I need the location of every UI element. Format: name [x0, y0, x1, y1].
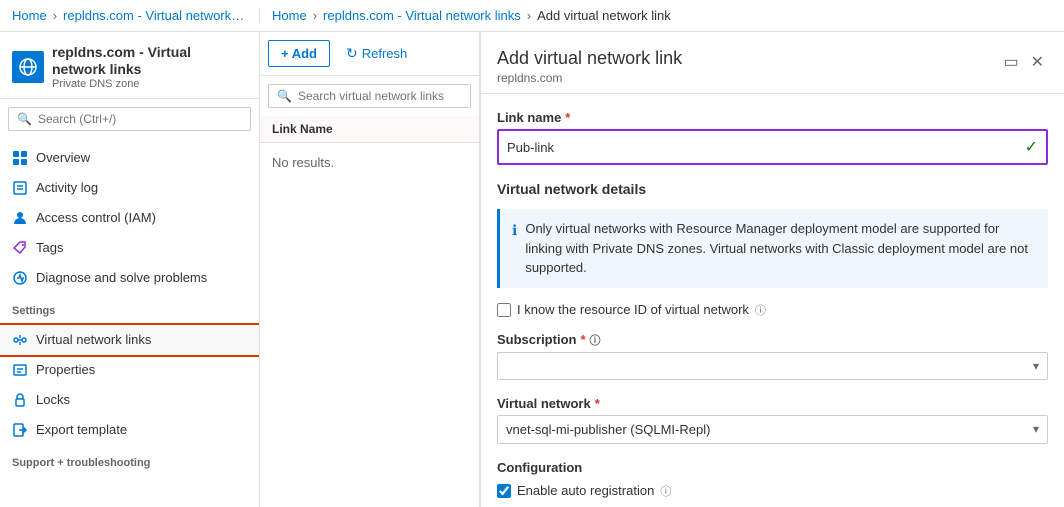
sidebar-item-tags-label: Tags: [36, 240, 63, 255]
search-links-box[interactable]: 🔍: [268, 84, 471, 108]
sidebar-item-export-template-label: Export template: [36, 422, 127, 437]
resource-id-checkbox-row[interactable]: I know the resource ID of virtual networ…: [497, 302, 1048, 318]
resource-icon: [12, 51, 44, 83]
nav-section-main: Overview Activity log Access control (IA…: [0, 139, 259, 297]
sidebar-item-overview[interactable]: Overview: [0, 143, 259, 173]
sidebar-item-diagnose-label: Diagnose and solve problems: [36, 270, 207, 285]
breadcrumb-sep-left: ›: [53, 8, 57, 23]
resource-id-checkbox[interactable]: [497, 303, 511, 317]
link-name-label: Link name *: [497, 110, 1048, 125]
breadcrumb-home-right[interactable]: Home: [272, 8, 307, 23]
sidebar-item-activity-log[interactable]: Activity log: [0, 173, 259, 203]
no-results-text: No results.: [260, 143, 479, 182]
sidebar: repldns.com - Virtual network links Priv…: [0, 32, 260, 507]
subscription-label: Subscription * ⓘ: [497, 332, 1048, 348]
export-template-icon: [12, 422, 28, 438]
search-links-input[interactable]: [298, 89, 462, 103]
auto-registration-row[interactable]: Enable auto registration ⓘ: [497, 483, 1048, 499]
sidebar-item-access-control-label: Access control (IAM): [36, 210, 156, 225]
table-column-link-name: Link Name: [260, 116, 479, 143]
panel-subtitle: repldns.com: [497, 71, 682, 85]
nav-section-settings: Virtual network links Properties Locks E…: [0, 321, 259, 449]
panel-minimize-button[interactable]: ▭: [999, 48, 1022, 76]
link-name-group: Link name * ✓: [497, 110, 1048, 165]
breadcrumb-current-right: Add virtual network link: [537, 8, 671, 23]
breadcrumb-sep2-right: ›: [527, 8, 531, 23]
resource-id-checkbox-label: I know the resource ID of virtual networ…: [517, 302, 749, 317]
search-links-icon: 🔍: [277, 89, 292, 103]
config-title: Configuration: [497, 460, 1048, 475]
auto-registration-info-icon[interactable]: ⓘ: [660, 483, 671, 499]
vnet-details-title: Virtual network details: [497, 181, 1048, 197]
settings-section-label: Settings: [0, 297, 259, 321]
virtual-network-links-icon: [12, 332, 28, 348]
properties-icon: [12, 362, 28, 378]
panel-close-button[interactable]: ✕: [1027, 48, 1048, 76]
sidebar-item-diagnose[interactable]: Diagnose and solve problems: [0, 263, 259, 293]
resource-title: repldns.com - Virtual network links: [52, 44, 247, 78]
virtual-network-label: Virtual network *: [497, 396, 1048, 411]
add-vnet-panel: Add virtual network link repldns.com ▭ ✕…: [480, 32, 1064, 507]
sidebar-search-input[interactable]: [38, 112, 242, 126]
vnet-details-section: Virtual network details ℹ Only virtual n…: [497, 181, 1048, 499]
subscription-group: Subscription * ⓘ ▾: [497, 332, 1048, 380]
breadcrumb-home-left[interactable]: Home: [12, 8, 47, 23]
resource-id-info-icon[interactable]: ⓘ: [755, 302, 766, 318]
sidebar-item-tags[interactable]: Tags: [0, 233, 259, 263]
sidebar-item-virtual-network-links-label: Virtual network links: [36, 332, 151, 347]
sidebar-search-box[interactable]: 🔍: [8, 107, 251, 131]
virtual-network-dropdown-arrow: ▾: [1033, 422, 1039, 436]
refresh-label: Refresh: [362, 46, 408, 61]
virtual-network-value: vnet-sql-mi-publisher (SQLMI-Repl): [506, 422, 710, 437]
resource-header: repldns.com - Virtual network links Priv…: [0, 32, 259, 99]
right-panel-header: Add virtual network link repldns.com ▭ ✕: [481, 32, 1064, 94]
sidebar-item-locks-label: Locks: [36, 392, 70, 407]
sidebar-item-overview-label: Overview: [36, 150, 90, 165]
sidebar-item-locks[interactable]: Locks: [0, 385, 259, 415]
refresh-icon: ↻: [346, 45, 358, 62]
auto-registration-checkbox[interactable]: [497, 484, 511, 498]
locks-icon: [12, 392, 28, 408]
sidebar-item-virtual-network-links[interactable]: Virtual network links: [0, 325, 259, 355]
auto-registration-label: Enable auto registration: [517, 483, 654, 498]
link-name-input-wrapper[interactable]: ✓: [497, 129, 1048, 165]
sidebar-item-access-control[interactable]: Access control (IAM): [0, 203, 259, 233]
subscription-dropdown-arrow: ▾: [1033, 359, 1039, 373]
refresh-button[interactable]: ↻ Refresh: [338, 40, 415, 67]
tags-icon: [12, 240, 28, 256]
diagnose-icon: [12, 270, 28, 286]
form-content: Link name * ✓ Virtual network details ℹ …: [481, 94, 1064, 507]
sidebar-item-activity-log-label: Activity log: [36, 180, 98, 195]
link-name-required: *: [565, 110, 570, 125]
sidebar-item-properties[interactable]: Properties: [0, 355, 259, 385]
add-button[interactable]: + Add: [268, 40, 330, 67]
panel-actions: ▭ ✕: [999, 48, 1048, 76]
virtual-network-dropdown[interactable]: vnet-sql-mi-publisher (SQLMI-Repl) ▾: [497, 415, 1048, 444]
info-message: Only virtual networks with Resource Mana…: [525, 219, 1036, 278]
link-name-check-icon: ✓: [1025, 137, 1038, 157]
virtual-network-required: *: [595, 396, 600, 411]
resource-subtitle: Private DNS zone: [52, 78, 247, 90]
sidebar-item-export-template[interactable]: Export template: [0, 415, 259, 445]
panel-title: Add virtual network link: [497, 48, 682, 69]
subscription-required: *: [580, 332, 585, 347]
info-box: ℹ Only virtual networks with Resource Ma…: [497, 209, 1048, 288]
sidebar-item-properties-label: Properties: [36, 362, 95, 377]
support-section-label: Support + troubleshooting: [0, 449, 259, 473]
breadcrumb-sep1-right: ›: [313, 8, 317, 23]
subscription-info-icon[interactable]: ⓘ: [590, 332, 601, 348]
subscription-dropdown[interactable]: ▾: [497, 352, 1048, 380]
toolbar: + Add ↻ Refresh: [260, 32, 479, 76]
overview-icon: [12, 150, 28, 166]
virtual-network-group: Virtual network * vnet-sql-mi-publisher …: [497, 396, 1048, 444]
breadcrumb-resource-left[interactable]: repldns.com - Virtual network links: [63, 8, 247, 23]
middle-panel: + Add ↻ Refresh 🔍 Link Name No results.: [260, 32, 480, 507]
breadcrumb-resource-right[interactable]: repldns.com - Virtual network links: [323, 8, 521, 23]
configuration-group: Configuration Enable auto registration ⓘ: [497, 460, 1048, 499]
access-control-icon: [12, 210, 28, 226]
link-name-input[interactable]: [507, 140, 1025, 155]
activity-log-icon: [12, 180, 28, 196]
info-icon: ℹ: [512, 220, 517, 241]
search-icon: 🔍: [17, 112, 32, 126]
